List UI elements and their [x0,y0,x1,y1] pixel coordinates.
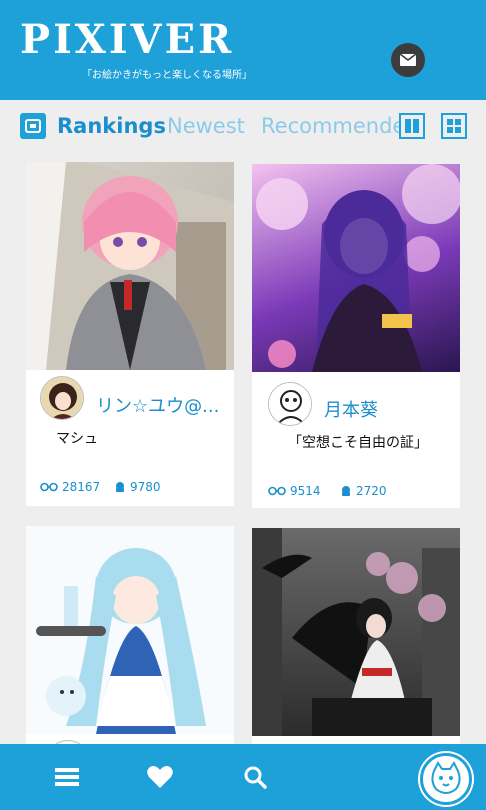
mail-button[interactable] [391,43,425,77]
app-logo: PIXIVER 「お絵かきがもっと楽しくなる場所」 [20,16,252,81]
favorite-count-value: 2720 [356,484,387,498]
artwork-thumbnail[interactable] [252,164,460,372]
tab-newest[interactable]: Newest [167,112,245,140]
view-count: 28167 [40,480,100,494]
tab-recommended[interactable]: Recommended [261,112,411,140]
cat-avatar-icon [431,761,461,794]
mail-icon [400,54,416,66]
logo-subtitle: 「お絵かきがもっと楽しくなる場所」 [82,70,252,81]
heart-icon [147,766,173,788]
author-name[interactable]: リン☆ユウ@... [96,392,219,418]
glasses-icon [40,482,58,492]
artwork-thumbnail[interactable] [26,162,234,370]
artwork-card[interactable] [26,526,234,784]
menu-button[interactable] [54,764,80,790]
logo-title: PIXIVER [20,16,235,63]
bookmark-icon [342,486,350,496]
favorites-button[interactable] [147,764,173,790]
menu-icon [55,768,79,786]
bookmark-icon [116,482,124,492]
list-view-icon [405,119,419,133]
profile-button[interactable] [420,753,472,805]
author-name[interactable]: 月本葵 [324,396,378,422]
rankings-icon[interactable] [20,113,46,139]
artwork-thumbnail[interactable] [252,528,460,736]
artwork-thumbnail[interactable] [26,526,234,734]
search-icon [244,766,267,789]
view-count-value: 28167 [62,480,101,494]
search-button[interactable] [242,764,268,790]
tab-bar: Rankings Newest Recommended [0,106,486,146]
artwork-card[interactable]: リン☆ユウ@... マシュ 28167 9780 [26,162,234,506]
glasses-icon [268,486,286,496]
artwork-card[interactable]: 月本葵 「空想こそ自由の証」 9514 2720 [252,164,460,508]
favorite-count-value: 9780 [130,480,161,494]
artwork-card[interactable] [252,528,460,744]
grid-view-icon [447,119,461,133]
tab-rankings[interactable]: Rankings [57,112,166,140]
view-count: 9514 [268,484,321,498]
favorite-count: 2720 [340,484,387,498]
grid-view-button[interactable] [441,113,467,139]
artwork-title: 「空想こそ自由の証」 [288,435,428,451]
favorite-count: 9780 [114,480,161,494]
app-header: PIXIVER 「お絵かきがもっと楽しくなる場所」 [0,0,486,100]
author-avatar[interactable] [40,376,84,420]
view-count-value: 9514 [290,484,321,498]
artwork-title: マシュ [56,431,98,447]
header-scallop-edge [0,86,486,99]
list-view-button[interactable] [399,113,425,139]
bottom-nav [0,744,486,810]
author-avatar[interactable] [268,382,312,426]
